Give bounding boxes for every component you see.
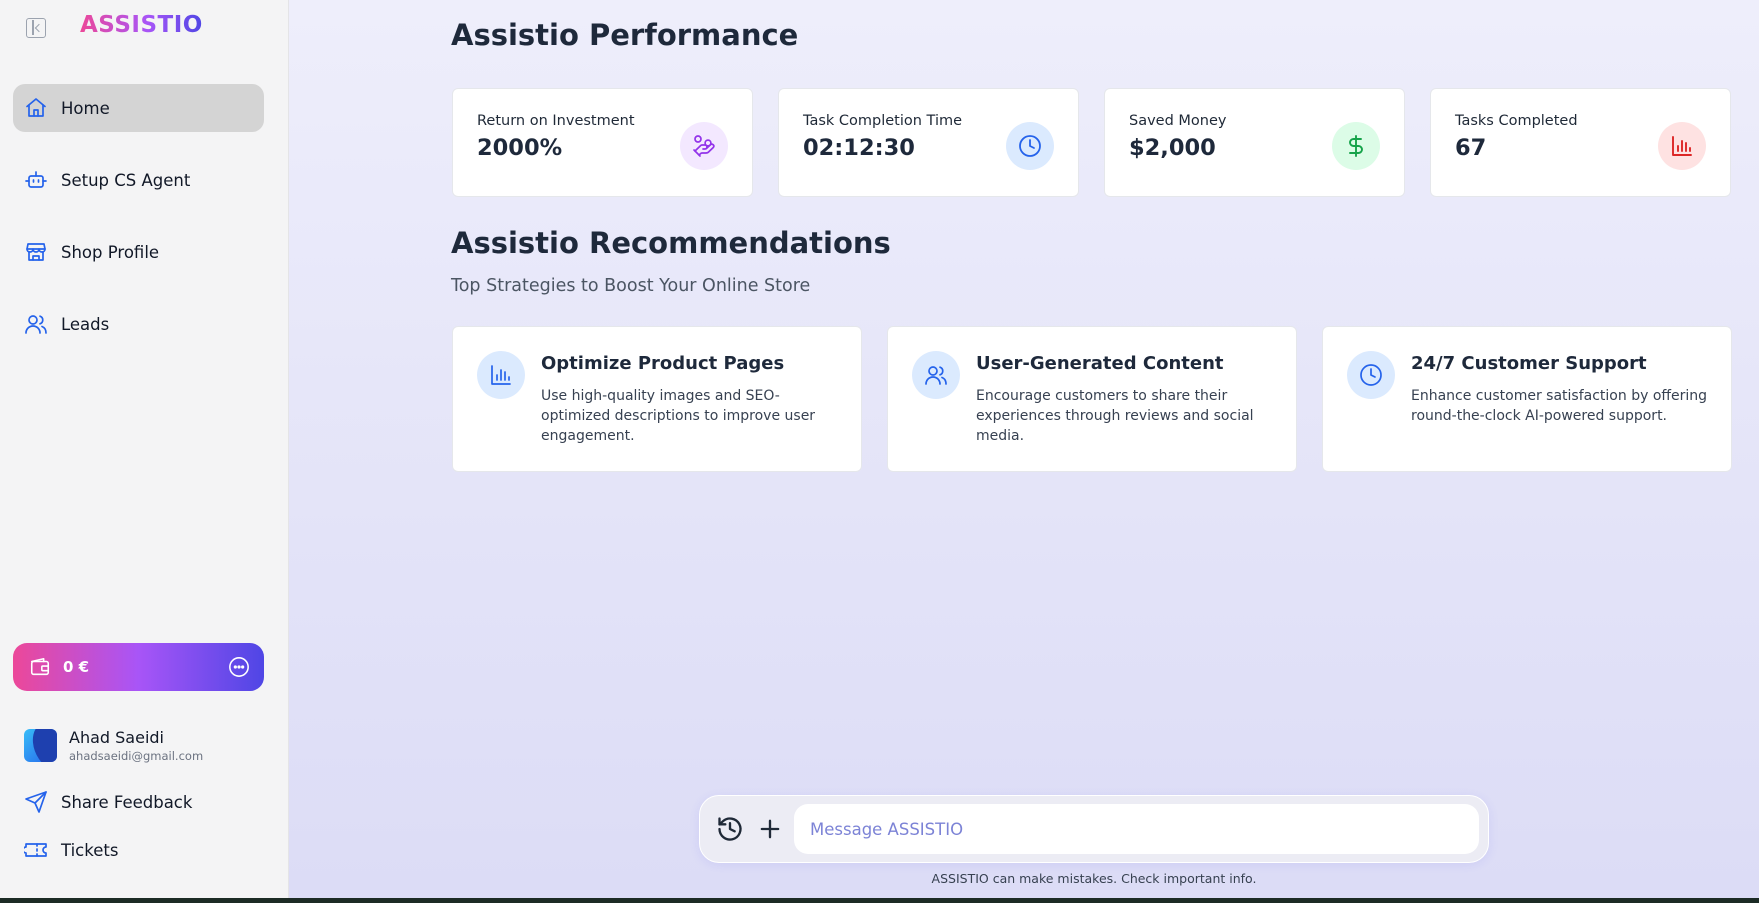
rec-title: User-Generated Content	[976, 353, 1224, 374]
sidebar-item-label: Home	[61, 98, 110, 118]
sidebar-item-home[interactable]: Home	[13, 84, 264, 132]
stat-card-saved-money: Saved Money $2,000	[1104, 88, 1405, 197]
rec-title: 24/7 Customer Support	[1411, 353, 1647, 374]
new-chat-button[interactable]	[754, 813, 786, 845]
sidebar-nav: Home Setup CS Agent Shop Profile Leads	[13, 84, 264, 372]
sidebar-item-setup-cs-agent[interactable]: Setup CS Agent	[13, 156, 264, 204]
rec-description: Enhance customer satisfaction by offerin…	[1411, 388, 1708, 424]
recommendation-card-optimize-pages[interactable]: Optimize Product Pages Use high-quality …	[452, 326, 862, 472]
home-icon	[26, 98, 46, 117]
sidebar-item-shop-profile[interactable]: Shop Profile	[13, 228, 264, 276]
avatar	[24, 729, 57, 762]
tickets-label: Tickets	[61, 840, 119, 860]
rec-icon-badge	[912, 351, 960, 399]
share-feedback-label: Share Feedback	[61, 792, 193, 812]
chat-disclaimer: ASSISTIO can make mistakes. Check import…	[931, 871, 1257, 886]
tickets-link[interactable]: Tickets	[24, 838, 118, 862]
wallet-amount: 0 €	[63, 658, 90, 676]
sidebar-item-leads[interactable]: Leads	[13, 300, 264, 348]
stat-icon-badge	[1332, 122, 1380, 170]
rec-icon-badge	[1347, 351, 1395, 399]
bar-chart-icon	[1672, 136, 1692, 156]
sidebar-item-label: Shop Profile	[61, 242, 160, 262]
more-options-icon[interactable]	[228, 656, 250, 678]
bottom-edge	[0, 898, 1759, 903]
stat-card-task-time: Task Completion Time 02:12:30	[778, 88, 1079, 197]
bot-icon	[25, 171, 47, 188]
recommendation-card-ugc[interactable]: User-Generated Content Encourage custome…	[887, 326, 1297, 472]
user-name: Ahad Saeidi	[69, 728, 164, 747]
recommendations-list: Optimize Product Pages Use high-quality …	[452, 326, 1732, 472]
chat-message-input[interactable]	[794, 804, 1479, 854]
ticket-icon	[24, 843, 47, 857]
stat-icon-badge	[1006, 122, 1054, 170]
performance-stats: Return on Investment 2000% Task Completi…	[452, 88, 1731, 197]
chat-history-button[interactable]	[714, 813, 746, 845]
bar-chart-icon	[491, 365, 511, 385]
recommendations-title: Assistio Recommendations	[451, 226, 891, 260]
rec-description: Use high-quality images and SEO-optimize…	[541, 388, 816, 444]
sidebar: ASSISTIO Home Setup CS Agent Shop Profil…	[0, 0, 289, 898]
hand-coins-icon	[693, 135, 715, 157]
stat-card-tasks-completed: Tasks Completed 67	[1430, 88, 1731, 197]
rec-icon-badge	[477, 351, 525, 399]
users-icon	[25, 315, 47, 334]
rec-title: Optimize Product Pages	[541, 353, 785, 374]
sidebar-collapse-icon[interactable]	[26, 18, 46, 38]
stat-icon-badge	[680, 122, 728, 170]
dollar-icon	[1349, 135, 1363, 157]
wallet-balance-button[interactable]: 0 €	[13, 643, 264, 691]
send-icon	[25, 791, 47, 813]
clock-icon	[1019, 135, 1041, 157]
main-content: Assistio Performance Return on Investmen…	[289, 0, 1759, 898]
recommendation-card-support[interactable]: 24/7 Customer Support Enhance customer s…	[1322, 326, 1732, 472]
sidebar-item-label: Setup CS Agent	[61, 170, 191, 190]
stat-card-roi: Return on Investment 2000%	[452, 88, 753, 197]
users-icon	[925, 366, 947, 385]
share-feedback-link[interactable]: Share Feedback	[24, 790, 192, 814]
clock-icon	[1360, 364, 1382, 386]
user-email: ahadsaeidi@gmail.com	[69, 749, 204, 763]
rec-description: Encourage customers to share their exper…	[976, 388, 1254, 444]
stat-icon-badge	[1658, 122, 1706, 170]
history-icon	[718, 817, 742, 841]
recommendations-subtitle: Top Strategies to Boost Your Online Stor…	[451, 276, 811, 296]
app-logo[interactable]: ASSISTIO	[80, 12, 203, 38]
plus-icon	[760, 819, 780, 839]
store-icon	[26, 243, 46, 261]
chat-bar	[699, 795, 1489, 863]
sidebar-item-label: Leads	[61, 314, 110, 334]
user-profile[interactable]: Ahad Saeidi ahadsaeidi@gmail.com	[24, 728, 203, 763]
performance-title: Assistio Performance	[451, 18, 799, 52]
wallet-icon	[30, 657, 50, 676]
